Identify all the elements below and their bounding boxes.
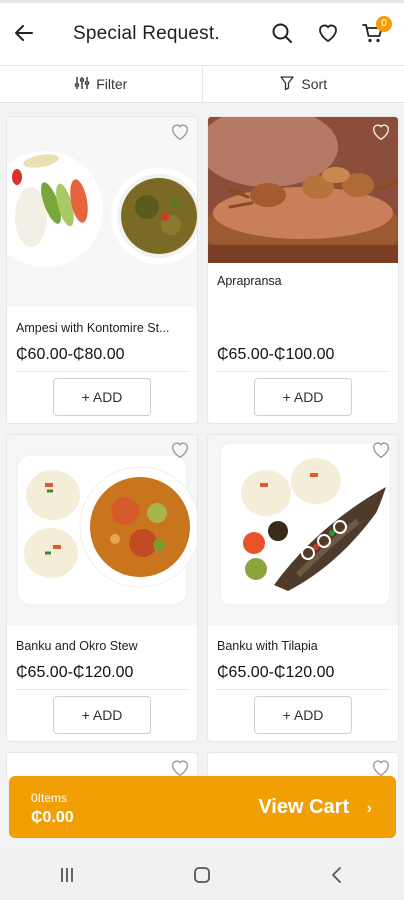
divider: [217, 371, 389, 372]
product-image: [208, 435, 398, 625]
product-card[interactable]: Banku and Okro Stew ₵65.00-₵120.00 + ADD: [6, 434, 198, 742]
product-image: [7, 117, 197, 307]
product-name: Banku and Okro Stew: [16, 639, 138, 653]
filter-icon: [74, 75, 90, 94]
product-price: ₵60.00-₵80.00: [16, 346, 125, 363]
favorite-heart-icon[interactable]: [169, 439, 191, 461]
home-icon[interactable]: [182, 855, 222, 895]
back-arrow-icon[interactable]: [12, 21, 36, 45]
divider: [217, 689, 389, 690]
view-cart-bar[interactable]: 0Items ₵0.00 View Cart ›: [9, 776, 396, 838]
cart-total: ₵0.00: [31, 809, 74, 826]
product-card[interactable]: Banku with Tilapia ₵65.00-₵120.00 + ADD: [207, 434, 399, 742]
search-icon[interactable]: [270, 21, 294, 45]
page-title: Special Request.: [73, 23, 220, 44]
divider: [16, 689, 188, 690]
app-header: Special Request. 0: [0, 3, 404, 65]
system-nav-bar: [0, 850, 404, 900]
product-name: Banku with Tilapia: [217, 639, 318, 653]
recent-apps-icon[interactable]: [47, 855, 87, 895]
cart-items-count: 0Items: [31, 791, 68, 805]
filter-sort-bar: Filter Sort: [0, 65, 404, 103]
favorite-heart-icon[interactable]: [370, 439, 392, 461]
product-name: Aprapransa: [217, 274, 282, 288]
favorite-heart-icon[interactable]: [169, 121, 191, 143]
product-price: ₵65.00-₵120.00: [217, 664, 335, 681]
product-card[interactable]: Aprapransa ₵65.00-₵100.00 + ADD: [207, 116, 399, 424]
filter-label: Filter: [96, 76, 128, 92]
add-button[interactable]: + ADD: [53, 378, 151, 416]
chevron-right-icon: ›: [366, 800, 372, 817]
product-price: ₵65.00-₵120.00: [16, 664, 134, 681]
product-name: Ampesi with Kontomire St...: [16, 321, 170, 335]
view-cart-button[interactable]: View Cart ›: [258, 796, 372, 819]
add-button[interactable]: + ADD: [254, 378, 352, 416]
add-button[interactable]: + ADD: [53, 696, 151, 734]
divider: [16, 371, 188, 372]
wishlist-heart-icon[interactable]: [316, 21, 340, 45]
add-button[interactable]: + ADD: [254, 696, 352, 734]
sort-icon: [279, 75, 295, 94]
sort-label: Sort: [301, 76, 328, 92]
favorite-heart-icon[interactable]: [370, 121, 392, 143]
product-image: [7, 435, 197, 625]
back-icon[interactable]: [317, 855, 357, 895]
sort-button[interactable]: Sort: [201, 66, 404, 102]
filter-button[interactable]: Filter: [0, 66, 202, 102]
view-cart-label: View Cart: [258, 796, 350, 818]
cart-count-badge: 0: [376, 16, 392, 32]
product-price: ₵65.00-₵100.00: [217, 346, 335, 363]
product-card[interactable]: Ampesi with Kontomire St... ₵60.00-₵80.0…: [6, 116, 198, 424]
